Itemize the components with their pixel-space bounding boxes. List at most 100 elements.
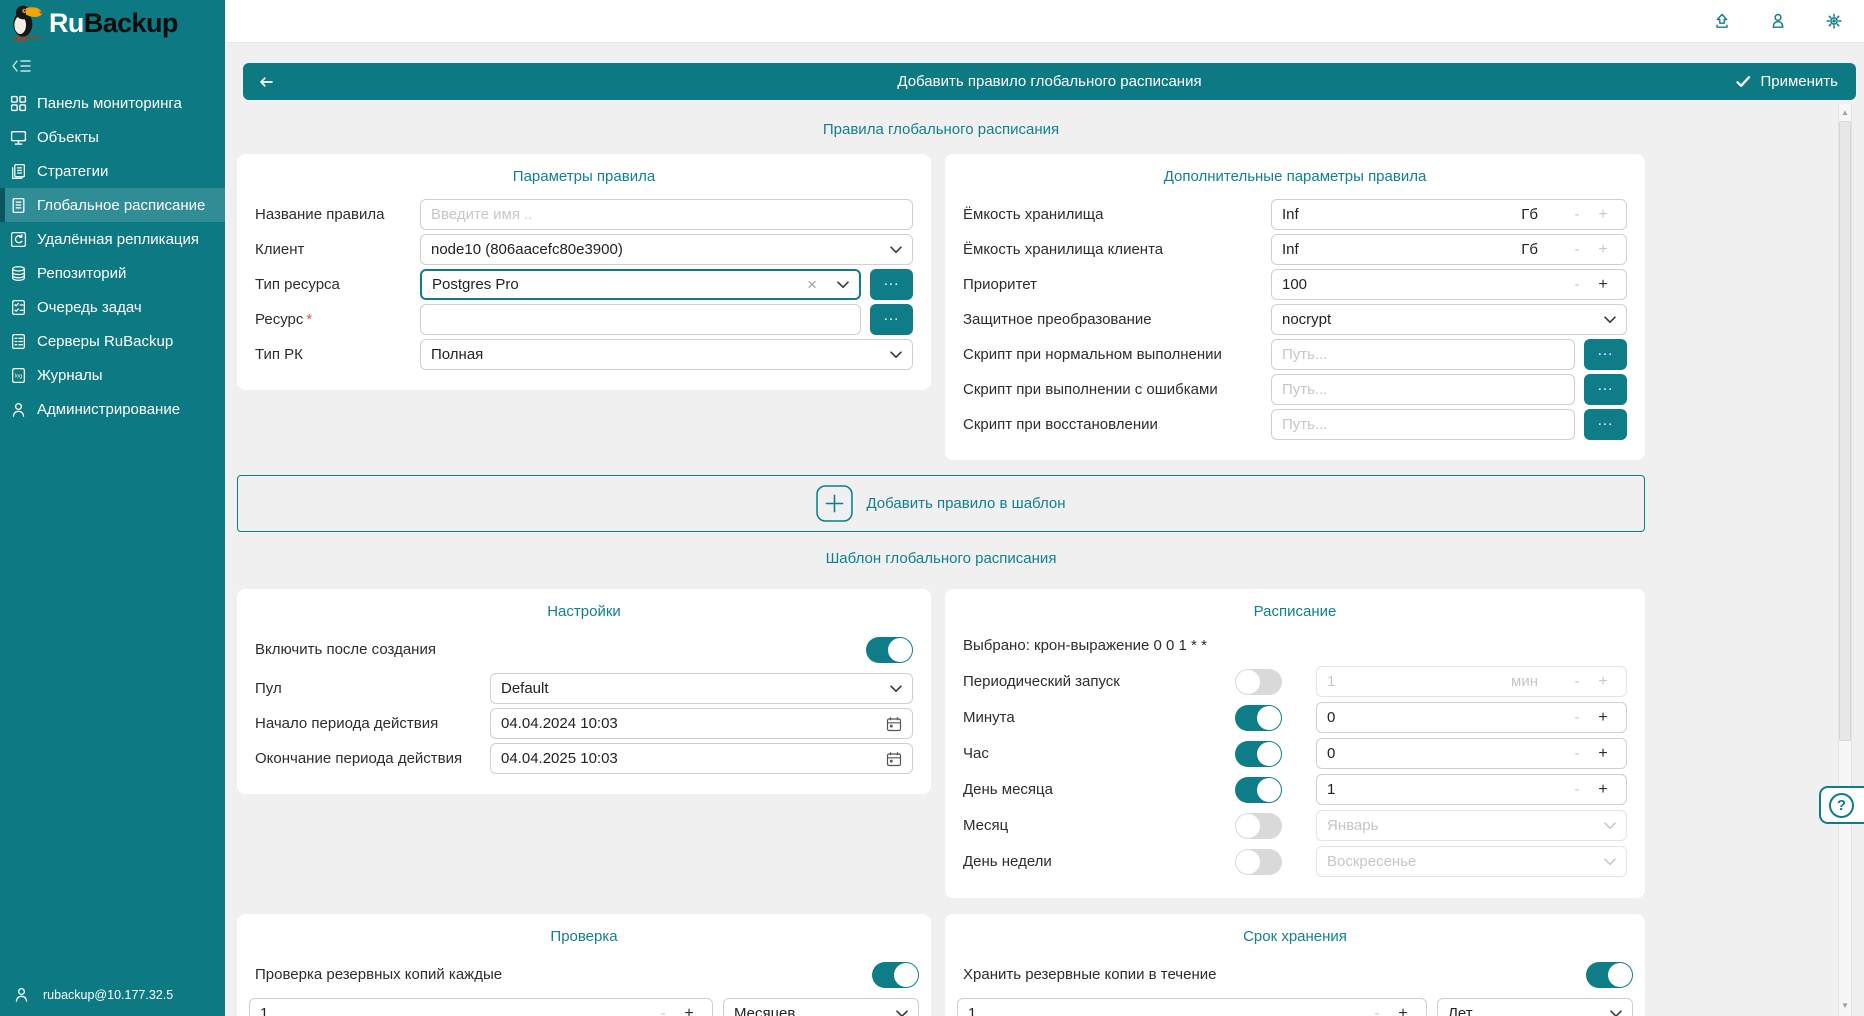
sidebar-item-administration[interactable]: Администрирование — [0, 392, 225, 426]
minute-toggle[interactable] — [1235, 705, 1282, 731]
month-select[interactable]: Январь — [1316, 810, 1627, 841]
decrement-button[interactable]: - — [1564, 781, 1590, 799]
script-restore-browse-button[interactable]: ... — [1584, 409, 1627, 440]
periodic-run-stepper[interactable]: 1 мин - + — [1316, 666, 1627, 697]
user-icon[interactable] — [1768, 11, 1788, 31]
weekday-toggle[interactable] — [1235, 849, 1282, 875]
day-of-month-toggle[interactable] — [1235, 777, 1282, 803]
sidebar-item-objects[interactable]: Объекты — [0, 120, 225, 154]
resource-input[interactable] — [420, 304, 861, 335]
script-restore-input[interactable] — [1271, 409, 1575, 440]
verify-toggle[interactable] — [872, 962, 919, 988]
sidebar-item-logs[interactable]: log Журналы — [0, 358, 225, 392]
weekday-row: День недели Воскресенье — [963, 846, 1627, 877]
decrement-button[interactable]: - — [1564, 206, 1590, 224]
increment-button[interactable]: + — [676, 1005, 702, 1016]
chevron-down-icon — [890, 351, 902, 359]
sidebar-item-task-queue[interactable]: Очередь задач — [0, 290, 225, 324]
periodic-run-toggle[interactable] — [1235, 669, 1282, 695]
retention-unit-select[interactable]: Лет — [1437, 998, 1633, 1016]
hour-row: Час 0 - + — [963, 738, 1627, 769]
decrement-button[interactable]: - — [1364, 1005, 1390, 1016]
vertical-scrollbar[interactable]: ▲ ▼ — [1838, 104, 1852, 1016]
collapse-sidebar-icon[interactable] — [11, 58, 33, 74]
crypto-select[interactable]: nocrypt — [1271, 304, 1627, 335]
clear-selection-icon[interactable]: × — [807, 276, 817, 293]
resource-type-browse-button[interactable]: ... — [870, 269, 913, 300]
month-toggle[interactable] — [1235, 813, 1282, 839]
resource-type-select[interactable]: Postgres Pro × — [420, 269, 861, 300]
toucan-logo-icon — [8, 3, 44, 43]
client-select[interactable]: node10 (806aacefc80e3900) — [420, 234, 913, 265]
pool-value: Default — [501, 680, 882, 697]
period-start-input[interactable]: 04.04.2024 10:03 — [490, 708, 913, 739]
increment-button[interactable]: + — [1590, 276, 1616, 294]
client-capacity-stepper[interactable]: Inf Гб - + — [1271, 234, 1627, 265]
resource-row: Ресурс* ... — [255, 304, 913, 335]
verify-unit-select[interactable]: Месяцев — [723, 998, 919, 1016]
sidebar-item-strategies[interactable]: Стратегии — [0, 154, 225, 188]
period-start-row: Начало периода действия 04.04.2024 10:03 — [255, 708, 913, 739]
help-button[interactable]: ? — [1819, 786, 1864, 824]
increment-button[interactable]: + — [1390, 1005, 1416, 1016]
retention-interval-stepper[interactable]: 1 - + — [957, 998, 1427, 1016]
scroll-up-arrow[interactable]: ▲ — [1839, 105, 1851, 120]
apply-button[interactable]: Применить — [1735, 73, 1856, 90]
toggle-knob — [1236, 814, 1260, 838]
decrement-button[interactable]: - — [1564, 673, 1590, 691]
increment-button[interactable]: + — [1590, 709, 1616, 727]
rule-name-input[interactable] — [420, 199, 913, 230]
period-end-input[interactable]: 04.04.2025 10:03 — [490, 743, 913, 774]
script-error-input[interactable] — [1271, 374, 1575, 405]
calendar-icon[interactable] — [886, 716, 902, 732]
chevron-down-icon — [1604, 858, 1616, 866]
storage-capacity-stepper[interactable]: Inf Гб - + — [1271, 199, 1627, 230]
backup-type-select[interactable]: Полная — [420, 339, 913, 370]
decrement-button[interactable]: - — [650, 1005, 676, 1016]
script-ok-input[interactable] — [1271, 339, 1575, 370]
day-of-month-stepper[interactable]: 1 - + — [1316, 774, 1627, 805]
periodic-run-value: 1 — [1327, 673, 1511, 690]
hour-toggle[interactable] — [1235, 741, 1282, 767]
crypto-label: Защитное преобразование — [963, 311, 1271, 328]
settings-gear-icon[interactable] — [1824, 11, 1844, 31]
increment-button[interactable]: + — [1590, 673, 1616, 691]
decrement-button[interactable]: - — [1564, 745, 1590, 763]
resource-browse-button[interactable]: ... — [870, 304, 913, 335]
decrement-button[interactable]: - — [1564, 276, 1590, 294]
crypto-value: nocrypt — [1282, 311, 1596, 328]
retention-toggle-row: Хранить резервные копии в течение — [957, 959, 1633, 990]
back-button[interactable] — [243, 63, 289, 100]
add-rule-button-label: Добавить правило в шаблон — [866, 495, 1065, 512]
minute-label: Минута — [963, 709, 1235, 726]
priority-stepper[interactable]: 100 - + — [1271, 269, 1627, 300]
decrement-button[interactable]: - — [1564, 709, 1590, 727]
sidebar-item-global-schedule[interactable]: Глобальное расписание — [0, 188, 225, 222]
topbar — [225, 0, 1864, 43]
toggle-knob — [888, 638, 912, 662]
sidebar-item-remote-replication[interactable]: Удалённая репликация — [0, 222, 225, 256]
script-error-browse-button[interactable]: ... — [1584, 374, 1627, 405]
enable-after-create-toggle[interactable] — [866, 637, 913, 663]
add-rule-to-template-button[interactable]: Добавить правило в шаблон — [237, 475, 1645, 532]
increment-button[interactable]: + — [1590, 781, 1616, 799]
decrement-button[interactable]: - — [1564, 241, 1590, 259]
increment-button[interactable]: + — [1590, 745, 1616, 763]
sidebar-item-monitoring[interactable]: Панель мониторинга — [0, 86, 225, 120]
increment-button[interactable]: + — [1590, 241, 1616, 259]
calendar-icon[interactable] — [886, 751, 902, 767]
scrollbar-thumb[interactable] — [1839, 121, 1851, 741]
upload-icon[interactable] — [1712, 11, 1732, 31]
verify-interval-stepper[interactable]: 1 - + — [249, 998, 713, 1016]
sidebar-item-servers[interactable]: Серверы RuBackup — [0, 324, 225, 358]
retention-toggle[interactable] — [1586, 962, 1633, 988]
weekday-select[interactable]: Воскресенье — [1316, 846, 1627, 877]
minute-stepper[interactable]: 0 - + — [1316, 702, 1627, 733]
script-ok-browse-button[interactable]: ... — [1584, 339, 1627, 370]
hour-stepper[interactable]: 0 - + — [1316, 738, 1627, 769]
pool-select[interactable]: Default — [490, 673, 913, 704]
scroll-down-arrow[interactable]: ▼ — [1839, 998, 1851, 1013]
increment-button[interactable]: + — [1590, 206, 1616, 224]
enable-after-create-label: Включить после создания — [255, 641, 866, 658]
sidebar-item-repository[interactable]: Репозиторий — [0, 256, 225, 290]
